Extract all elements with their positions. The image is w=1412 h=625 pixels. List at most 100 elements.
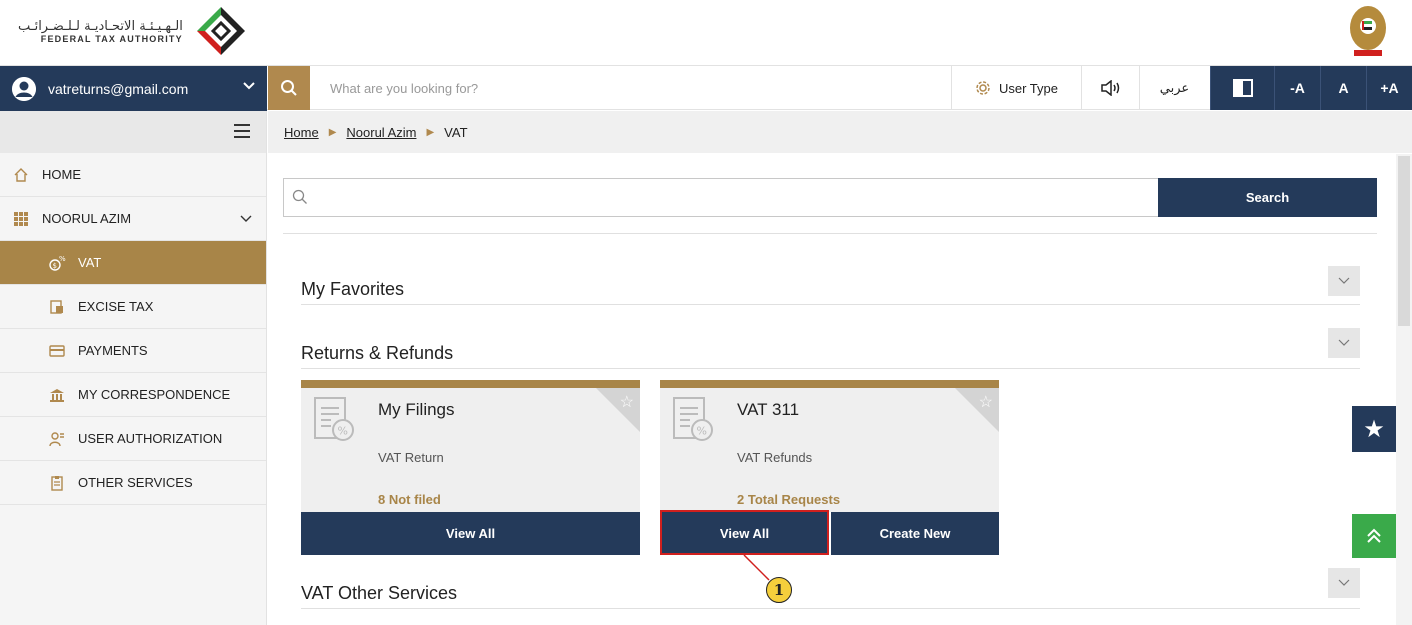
chevron-down-icon (1338, 277, 1350, 284)
user-email: vatreturns@gmail.com (48, 80, 189, 97)
breadcrumb-separator-icon: ▶ (328, 126, 337, 138)
sidebar-item-my-correspondence[interactable]: MY CORRESPONDENCE (0, 373, 266, 417)
search-button[interactable] (268, 66, 310, 110)
breadcrumb: Home ▶ Noorul Azim ▶ VAT (268, 111, 1412, 153)
vat-icon: $% (48, 254, 66, 272)
service-search-input[interactable] (314, 179, 1154, 216)
svg-text:$: $ (53, 262, 57, 270)
service-card-vat-311: ☆ % VAT 311 VAT Refunds 2 Total Requests (660, 380, 999, 512)
chevron-down-icon (243, 78, 255, 94)
global-search-input[interactable] (316, 66, 951, 110)
breadcrumb-home-link[interactable]: Home (284, 125, 319, 140)
sidebar-item-label: MY CORRESPONDENCE (78, 387, 231, 402)
collapse-favorites-button[interactable] (1328, 266, 1360, 296)
uae-emblem-icon (1350, 6, 1386, 56)
svg-text:%: % (59, 255, 66, 263)
font-decrease-button[interactable]: -A (1274, 66, 1320, 110)
scroll-to-top-button[interactable] (1352, 514, 1396, 558)
language-toggle[interactable]: عربي (1139, 66, 1209, 110)
svg-text:%: % (338, 425, 348, 438)
header: الـهـيـئـة الاتحـاديـة لـلـضـرائـب FEDER… (0, 0, 1412, 65)
breadcrumb-current: VAT (444, 124, 468, 140)
breadcrumb-account-link[interactable]: Noorul Azim (346, 125, 416, 140)
logo-english-name: FEDERAL TAX AUTHORITY (40, 33, 183, 44)
sidebar-item-label: USER AUTHORIZATION (78, 431, 223, 446)
collapse-returns-button[interactable] (1328, 328, 1360, 358)
sidebar-item-label: EXCISE TAX (78, 299, 154, 314)
section-title-favorites: My Favorites (301, 279, 405, 299)
chevron-down-icon (1338, 579, 1350, 586)
sidebar-item-home[interactable]: HOME (0, 153, 266, 197)
correspondence-icon (48, 386, 66, 404)
breadcrumb-separator-icon: ▶ (426, 126, 435, 138)
chevron-down-icon (1338, 339, 1350, 346)
sidebar-item-label: NOORUL AZIM (42, 211, 132, 226)
card-status: 2 Total Requests (737, 492, 841, 507)
sidebar-item-label: HOME (42, 167, 81, 182)
double-chevron-up-icon (1367, 528, 1381, 543)
contrast-icon (1232, 79, 1253, 97)
fta-logo[interactable]: الـهـيـئـة الاتحـاديـة لـلـضـرائـب FEDER… (18, 2, 249, 60)
divider (301, 608, 1360, 609)
user-avatar-icon (12, 76, 36, 101)
top-navbar: vatreturns@gmail.com User Type عربي -A A… (0, 65, 1412, 111)
card-title: VAT 311 (737, 400, 800, 419)
contrast-toggle-button[interactable] (1210, 66, 1274, 110)
grid-icon (12, 210, 30, 228)
gear-icon (976, 81, 990, 95)
fta-logo-mark-icon (196, 7, 245, 55)
hamburger-menu-icon[interactable] (234, 124, 250, 142)
home-icon (12, 166, 30, 184)
chevron-down-icon (240, 211, 252, 226)
vat-311-create-new-button[interactable]: Create New (831, 512, 999, 555)
document-percent-icon: % (314, 397, 354, 441)
sidebar-header (0, 111, 266, 153)
font-normal-button[interactable]: A (1320, 66, 1366, 110)
scrollbar-thumb[interactable] (1398, 156, 1410, 326)
section-title-returns-refunds: Returns & Refunds (301, 343, 454, 363)
sidebar-item-user-authorization[interactable]: USER AUTHORIZATION (0, 417, 266, 461)
sidebar-item-noorul-azim[interactable]: NOORUL AZIM (0, 197, 266, 241)
my-filings-view-all-button[interactable]: View All (301, 512, 640, 555)
text-to-speech-button[interactable] (1081, 66, 1139, 110)
user-type-label: User Type (998, 80, 1058, 96)
other-services-icon (48, 474, 66, 492)
service-card-my-filings: ☆ % My Filings VAT Return 8 Not filed (301, 380, 640, 512)
page-scrollbar[interactable] (1396, 154, 1412, 625)
user-type-button[interactable]: User Type (951, 66, 1081, 110)
divider (283, 233, 1377, 234)
sidebar-item-label: PAYMENTS (78, 343, 148, 358)
service-search-bar: Search (283, 178, 1377, 217)
star-icon: ★ (1363, 415, 1385, 443)
callout-highlight-box (660, 510, 829, 555)
excise-tax-icon (48, 298, 66, 316)
document-percent-icon: % (673, 397, 713, 441)
favorites-floating-button[interactable]: ★ (1352, 406, 1396, 452)
divider (301, 304, 1360, 305)
sidebar-item-other-services[interactable]: OTHER SERVICES (0, 461, 266, 505)
user-account-menu[interactable]: vatreturns@gmail.com (0, 66, 267, 111)
font-increase-button[interactable]: +A (1366, 66, 1412, 110)
favorite-star-icon[interactable]: ☆ (620, 392, 634, 412)
sidebar-item-label: VAT (78, 255, 102, 270)
collapse-other-services-button[interactable] (1328, 568, 1360, 598)
section-title-other-services: VAT Other Services (301, 583, 458, 603)
search-icon (292, 189, 308, 210)
card-subtitle: VAT Refunds (737, 450, 813, 465)
sidebar-item-label: OTHER SERVICES (78, 475, 193, 490)
sidebar: HOME NOORUL AZIM $% VAT EXCISE TAX PAYME… (0, 111, 267, 625)
payments-icon (48, 342, 66, 360)
svg-text:%: % (697, 425, 707, 438)
sidebar-item-vat[interactable]: $% VAT (0, 241, 266, 285)
card-subtitle: VAT Return (378, 450, 444, 465)
card-status: 8 Not filed (378, 492, 441, 507)
favorite-star-icon[interactable]: ☆ (979, 392, 993, 412)
user-authorization-icon (48, 430, 66, 448)
divider (301, 368, 1360, 369)
sidebar-item-payments[interactable]: PAYMENTS (0, 329, 266, 373)
logo-arabic-name: الـهـيـئـة الاتحـاديـة لـلـضـرائـب (18, 18, 183, 34)
card-title: My Filings (378, 400, 455, 419)
search-button[interactable]: Search (1158, 178, 1377, 217)
speaker-icon (1100, 80, 1119, 96)
sidebar-item-excise-tax[interactable]: EXCISE TAX (0, 285, 266, 329)
